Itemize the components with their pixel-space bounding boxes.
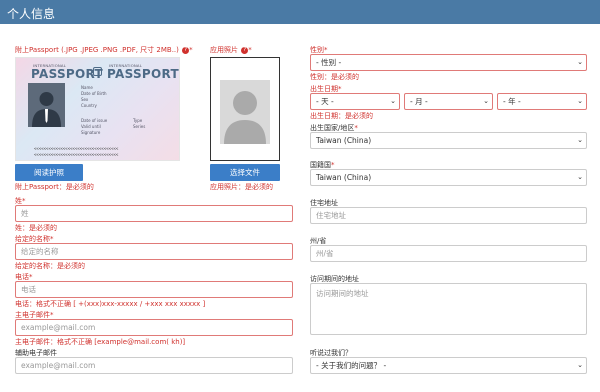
address-input[interactable]: 住宅地址 bbox=[310, 207, 587, 224]
passport-fields-bottom: Date of issue Valid until Signature bbox=[81, 118, 108, 135]
visit-address-textarea[interactable]: 访问期间的地址 bbox=[310, 283, 587, 335]
chevron-down-icon: ⌄ bbox=[390, 97, 396, 105]
surname-input[interactable]: 姓 bbox=[15, 205, 293, 222]
passport-sample-image: INTERNATIONAL PASSPORT INTERNATIONAL PAS… bbox=[15, 57, 180, 161]
page-header: 个人信息 bbox=[0, 0, 600, 24]
chevron-down-icon: ⌄ bbox=[483, 97, 489, 105]
email2-input[interactable]: example@mail.com bbox=[15, 357, 293, 374]
required-mark: * bbox=[248, 46, 252, 54]
applicant-photo-placeholder bbox=[210, 57, 280, 161]
dob-day-select[interactable]: - 天 - ⌄ bbox=[310, 93, 400, 110]
birth-country-select[interactable]: Taiwan (China) ⌄ bbox=[310, 132, 587, 149]
surname-error: 姓：是必须的 bbox=[15, 224, 57, 232]
chevron-down-icon: ⌄ bbox=[577, 173, 583, 181]
chevron-down-icon: ⌄ bbox=[577, 136, 583, 144]
passport-word: PASSPORT bbox=[107, 67, 180, 81]
choose-file-button[interactable]: 选择文件 bbox=[210, 164, 280, 181]
person-icon bbox=[32, 92, 61, 127]
chevron-down-icon: ⌄ bbox=[577, 58, 583, 66]
passport-mrz-line: <<<<<<<<<<<<<<<<<<<<<<<<<<<<<<<<<<< bbox=[34, 152, 119, 157]
state-input[interactable]: 州/省 bbox=[310, 245, 587, 262]
passport-mrz-line: <<<<<<<<<<<<<<<<<<<<<<<<<<<<<<<<<<< bbox=[34, 146, 119, 151]
photo-error: 应用照片：是必须的 bbox=[210, 183, 273, 191]
nationality-select[interactable]: Taiwan (China) ⌄ bbox=[310, 169, 587, 186]
required-mark: * bbox=[189, 46, 193, 54]
user-avatar-icon bbox=[211, 58, 279, 160]
chevron-down-icon: ⌄ bbox=[577, 97, 583, 105]
page-title: 个人信息 bbox=[7, 7, 56, 21]
chevron-down-icon: ⌄ bbox=[577, 361, 583, 369]
dob-error: 出生日期：是必须的 bbox=[310, 112, 373, 120]
passport-error: 附上Passport：是必须的 bbox=[15, 183, 94, 191]
passport-fields-bottom-right: Type Series bbox=[133, 118, 146, 129]
given-name-error: 给定的名称：是必须的 bbox=[15, 262, 85, 270]
passport-emblem-icon bbox=[93, 67, 102, 76]
photo-label: 应用照片 ? * bbox=[210, 46, 252, 54]
dob-month-select[interactable]: - 月 - ⌄ bbox=[404, 93, 493, 110]
passport-photo-silhouette bbox=[28, 83, 65, 127]
email-error: 主电子邮件：格式不正确 [example@mail.com( kh)] bbox=[15, 338, 186, 346]
passport-label: 附上Passport (.JPG .JPEG .PNG .PDF, 尺寸 2MB… bbox=[15, 46, 193, 54]
given-name-input[interactable]: 给定的名称 bbox=[15, 243, 293, 260]
phone-input[interactable]: 电话 bbox=[15, 281, 293, 298]
gender-error: 性别：是必须的 bbox=[310, 73, 359, 81]
email-input[interactable]: example@mail.com bbox=[15, 319, 293, 336]
passport-fields: Name Date of Birth Sex Country bbox=[81, 85, 107, 108]
phone-error: 电话：格式不正确 [ +(xxx)xxx-xxxxx / +xxx xxx xx… bbox=[15, 300, 206, 308]
dob-year-select[interactable]: - 年 - ⌄ bbox=[497, 93, 587, 110]
read-passport-button[interactable]: 阅读护照 bbox=[15, 164, 83, 181]
referral-select[interactable]: - 关于我们的问题？ - ⌄ bbox=[310, 357, 587, 374]
gender-select[interactable]: - 性别 - ⌄ bbox=[310, 54, 587, 71]
